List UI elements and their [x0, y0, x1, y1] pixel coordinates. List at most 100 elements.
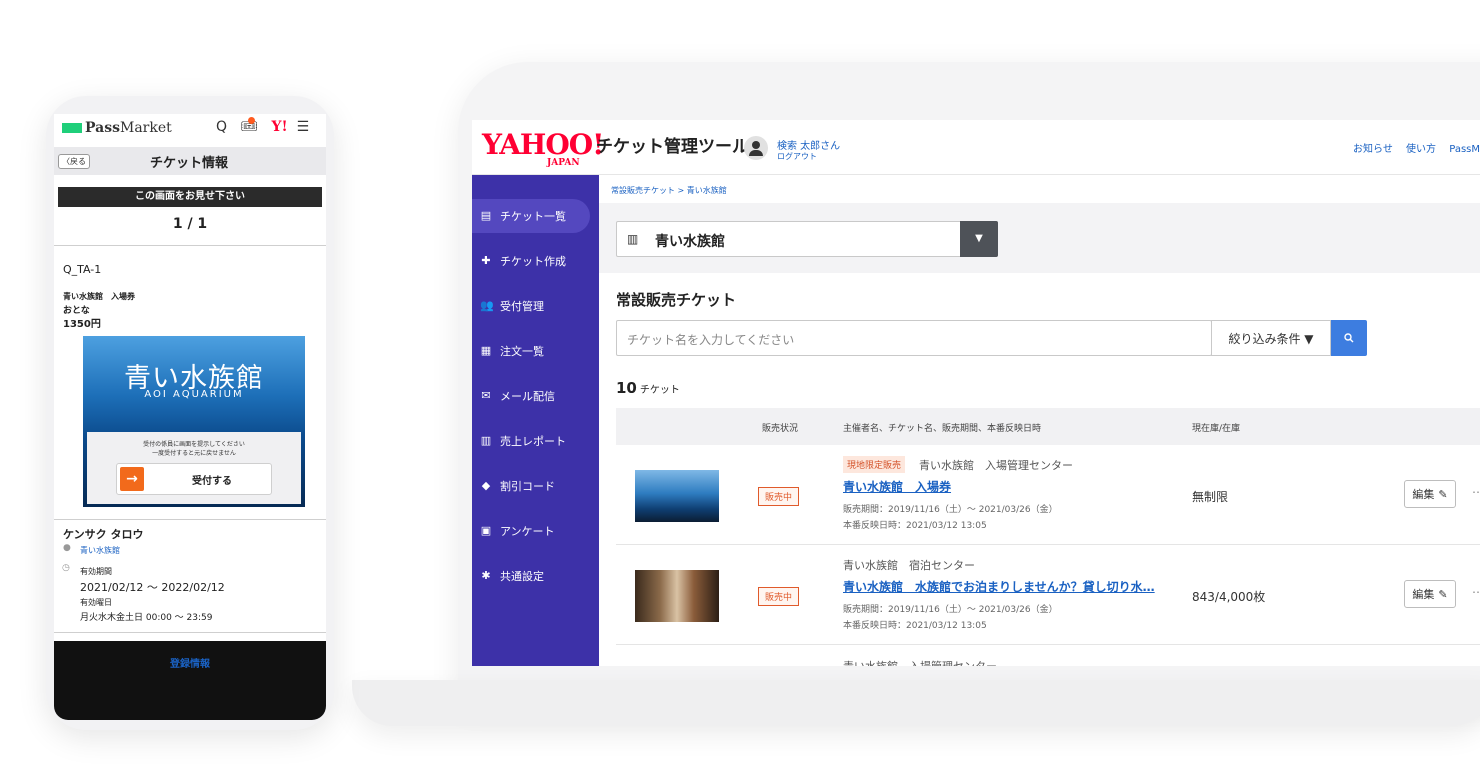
edit-button[interactable]: 編集 ✎ — [1404, 480, 1456, 508]
news-link[interactable]: お知らせ — [1353, 144, 1393, 155]
sidebar-item-label: 注文一覧 — [500, 345, 544, 358]
status-badge: 販売中 — [758, 587, 800, 606]
building-icon: ▥ — [627, 232, 639, 246]
sidebar-item-survey[interactable]: ▣ アンケート — [472, 514, 590, 548]
edit-label: 編集 — [1412, 588, 1435, 601]
ticket-price: 1350円 — [63, 319, 101, 330]
sidebar-item-ticket-list[interactable]: ▤ チケット一覧 — [472, 199, 590, 233]
ticket-name: 青い水族館 入場券 — [63, 292, 135, 301]
chevron-down-icon[interactable]: ▼ — [960, 221, 998, 257]
passmarket-logo[interactable]: PassMarket — [85, 120, 172, 136]
col-detail: 主催者名、チケット名、販売期間、本番反映日時 — [843, 424, 1042, 434]
valid-period-value: 2021/02/12 ～ 2022/02/12 — [80, 581, 225, 594]
accept-label: 受付する — [192, 476, 232, 487]
ticket-count-unit: チケット — [639, 385, 680, 396]
user-name-link[interactable]: 検索 太郎さん — [777, 137, 840, 152]
edit-button[interactable]: 編集 ✎ — [1404, 580, 1456, 608]
tag-icon: ◆ — [481, 479, 491, 492]
sidebar-item-sales-report[interactable]: ▥ 売上レポート — [472, 424, 590, 458]
organizer: 青い水族館 宿泊センター — [843, 559, 975, 572]
ticket-name-link[interactable]: 青い水族館 入場券 — [843, 478, 951, 495]
clipboard-icon: ▣ — [480, 524, 492, 537]
sidebar: ▤ チケット一覧 ✚ チケット作成 👥 受付管理 ▦ 注文一覧 ✉ メール配信 … — [472, 175, 599, 666]
location-pin-icon: ● — [63, 543, 71, 553]
sidebar-item-settings[interactable]: ✱ 共通設定 — [472, 559, 590, 593]
more-icon[interactable]: ⋯ — [1472, 585, 1480, 599]
accept-button[interactable]: → 受付する — [116, 463, 272, 495]
accept-message: 受付の係員に画面を提示してください 一度受付すると元に戻せません — [87, 440, 301, 458]
ticket-count: 10 チケット — [616, 379, 680, 397]
accept-message-line2: 一度受付すると元に戻せません — [152, 450, 236, 457]
phone-header-icons: Q 🎟 Y! ☰ — [216, 119, 309, 135]
accept-panel: 受付の係員に画面を提示してください 一度受付すると元に戻せません → 受付する — [87, 432, 301, 504]
sidebar-item-label: 割引コード — [500, 480, 555, 493]
search-input[interactable]: チケット名を入力してください — [616, 320, 1212, 356]
passmarket-link[interactable]: PassM — [1449, 144, 1480, 155]
logout-link[interactable]: ログアウト — [777, 151, 817, 162]
divider — [54, 245, 326, 246]
valid-days-label: 有効曜日 — [80, 598, 112, 607]
col-stock: 現在庫/在庫 — [1192, 424, 1241, 434]
search-placeholder: チケット名を入力してください — [627, 333, 795, 347]
sidebar-item-orders[interactable]: ▦ 注文一覧 — [472, 334, 590, 368]
sidebar-item-label: チケット作成 — [500, 255, 566, 268]
passmarket-logo-mark — [62, 123, 82, 133]
status-badge: 販売中 — [758, 487, 800, 506]
menu-icon[interactable]: ☰ — [297, 119, 310, 135]
brand-rest: Market — [120, 120, 172, 136]
gear-icon: ✱ — [481, 569, 491, 582]
ticket-code: Q_TA-1 — [63, 263, 102, 276]
arrow-right-icon: → — [120, 467, 144, 491]
sidebar-item-label: メール配信 — [500, 390, 555, 403]
sidebar-item-ticket-create[interactable]: ✚ チケット作成 — [472, 244, 590, 278]
document-icon: ▦ — [480, 344, 492, 357]
sale-period: 販売期間：2019/11/16（土）～ 2021/03/26（金） — [843, 505, 1058, 515]
phone-nav-bar: 〈戻る チケット情報 — [54, 147, 326, 175]
breadcrumb[interactable]: 常設販売チケット > 青い水族館 — [611, 185, 727, 196]
pencil-icon: ✎ — [1438, 487, 1448, 501]
edit-label: 編集 — [1412, 488, 1435, 501]
yahoo-icon[interactable]: Y! — [272, 119, 288, 135]
search-button[interactable] — [1331, 320, 1367, 356]
stock-value: 無制限 — [1192, 490, 1229, 504]
yahoo-logo-sub: JAPAN — [547, 158, 580, 168]
stock-value: 843/4,000枚 — [1192, 590, 1266, 604]
sale-period: 販売期間：2019/11/16（土）～ 2021/03/26（金） — [843, 605, 1058, 615]
sidebar-item-discount[interactable]: ◆ 割引コード — [472, 469, 590, 503]
ticket-thumbnail — [635, 570, 719, 622]
sidebar-item-mail[interactable]: ✉ メール配信 — [472, 379, 590, 413]
back-button[interactable]: 〈戻る — [58, 154, 90, 169]
table-header: 販売状況 主催者名、チケット名、販売期間、本番反映日時 現在庫/在庫 — [616, 408, 1480, 445]
ticket-name-link[interactable]: 青い水族館 水族館でお泊まりしませんか？貸し切り水… — [843, 578, 1155, 595]
page-number: 1 / 1 — [172, 216, 208, 232]
ticket-count-number: 10 — [616, 379, 637, 397]
release-datetime: 本番反映日時：2021/03/12 13:05 — [843, 621, 987, 631]
venue-select[interactable]: ▥ 青い水族館 ▼ — [616, 221, 998, 257]
sidebar-item-label: 受付管理 — [500, 300, 544, 313]
venue-select-value: 青い水族館 — [655, 234, 725, 250]
organizer: 青い水族館 入場管理センター — [919, 459, 1073, 472]
laptop-base — [352, 680, 1480, 726]
more-icon[interactable]: ⋯ — [1472, 485, 1480, 499]
phone-footer: 登録情報 — [54, 641, 326, 720]
local-sale-tag: 現地限定販売 — [843, 456, 906, 473]
aquarium-image: 青い水族館 AOI AQUARIUM 受付の係員に画面を提示してください 一度受… — [83, 336, 305, 507]
release-datetime: 本番反映日時：2021/03/12 13:05 — [843, 521, 987, 531]
howto-link[interactable]: 使い方 — [1406, 144, 1436, 155]
search-icon[interactable]: Q — [216, 119, 227, 135]
table-row: 販売中 現地限定販売 青い水族館 入場管理センター 青い水族館 入場券 販売期間… — [616, 445, 1480, 545]
divider — [54, 519, 326, 520]
registration-info-link[interactable]: 登録情報 — [54, 655, 326, 670]
header-links: お知らせ 使い方 PassM — [1343, 140, 1480, 155]
yahoo-logo[interactable]: YAHOO! — [482, 130, 604, 160]
table-row: 青い水族館 入場管理センター — [616, 645, 1480, 666]
avatar[interactable] — [744, 136, 768, 160]
admin-header: YAHOO! JAPAN チケット管理ツール 検索 太郎さん ログアウト お知ら… — [472, 120, 1480, 175]
image-subtitle: AOI AQUARIUM — [144, 389, 244, 400]
search-icon — [1344, 333, 1354, 343]
brand-bold: Pass — [85, 120, 120, 136]
filter-button[interactable]: 絞り込み条件 ▼ — [1211, 320, 1331, 356]
venue-link[interactable]: 青い水族館 — [80, 545, 120, 556]
main-content: 常設販売チケット > 青い水族館 ▥ 青い水族館 ▼ 常設販売チケット チケット… — [599, 175, 1480, 666]
sidebar-item-reception[interactable]: 👥 受付管理 — [472, 289, 590, 323]
